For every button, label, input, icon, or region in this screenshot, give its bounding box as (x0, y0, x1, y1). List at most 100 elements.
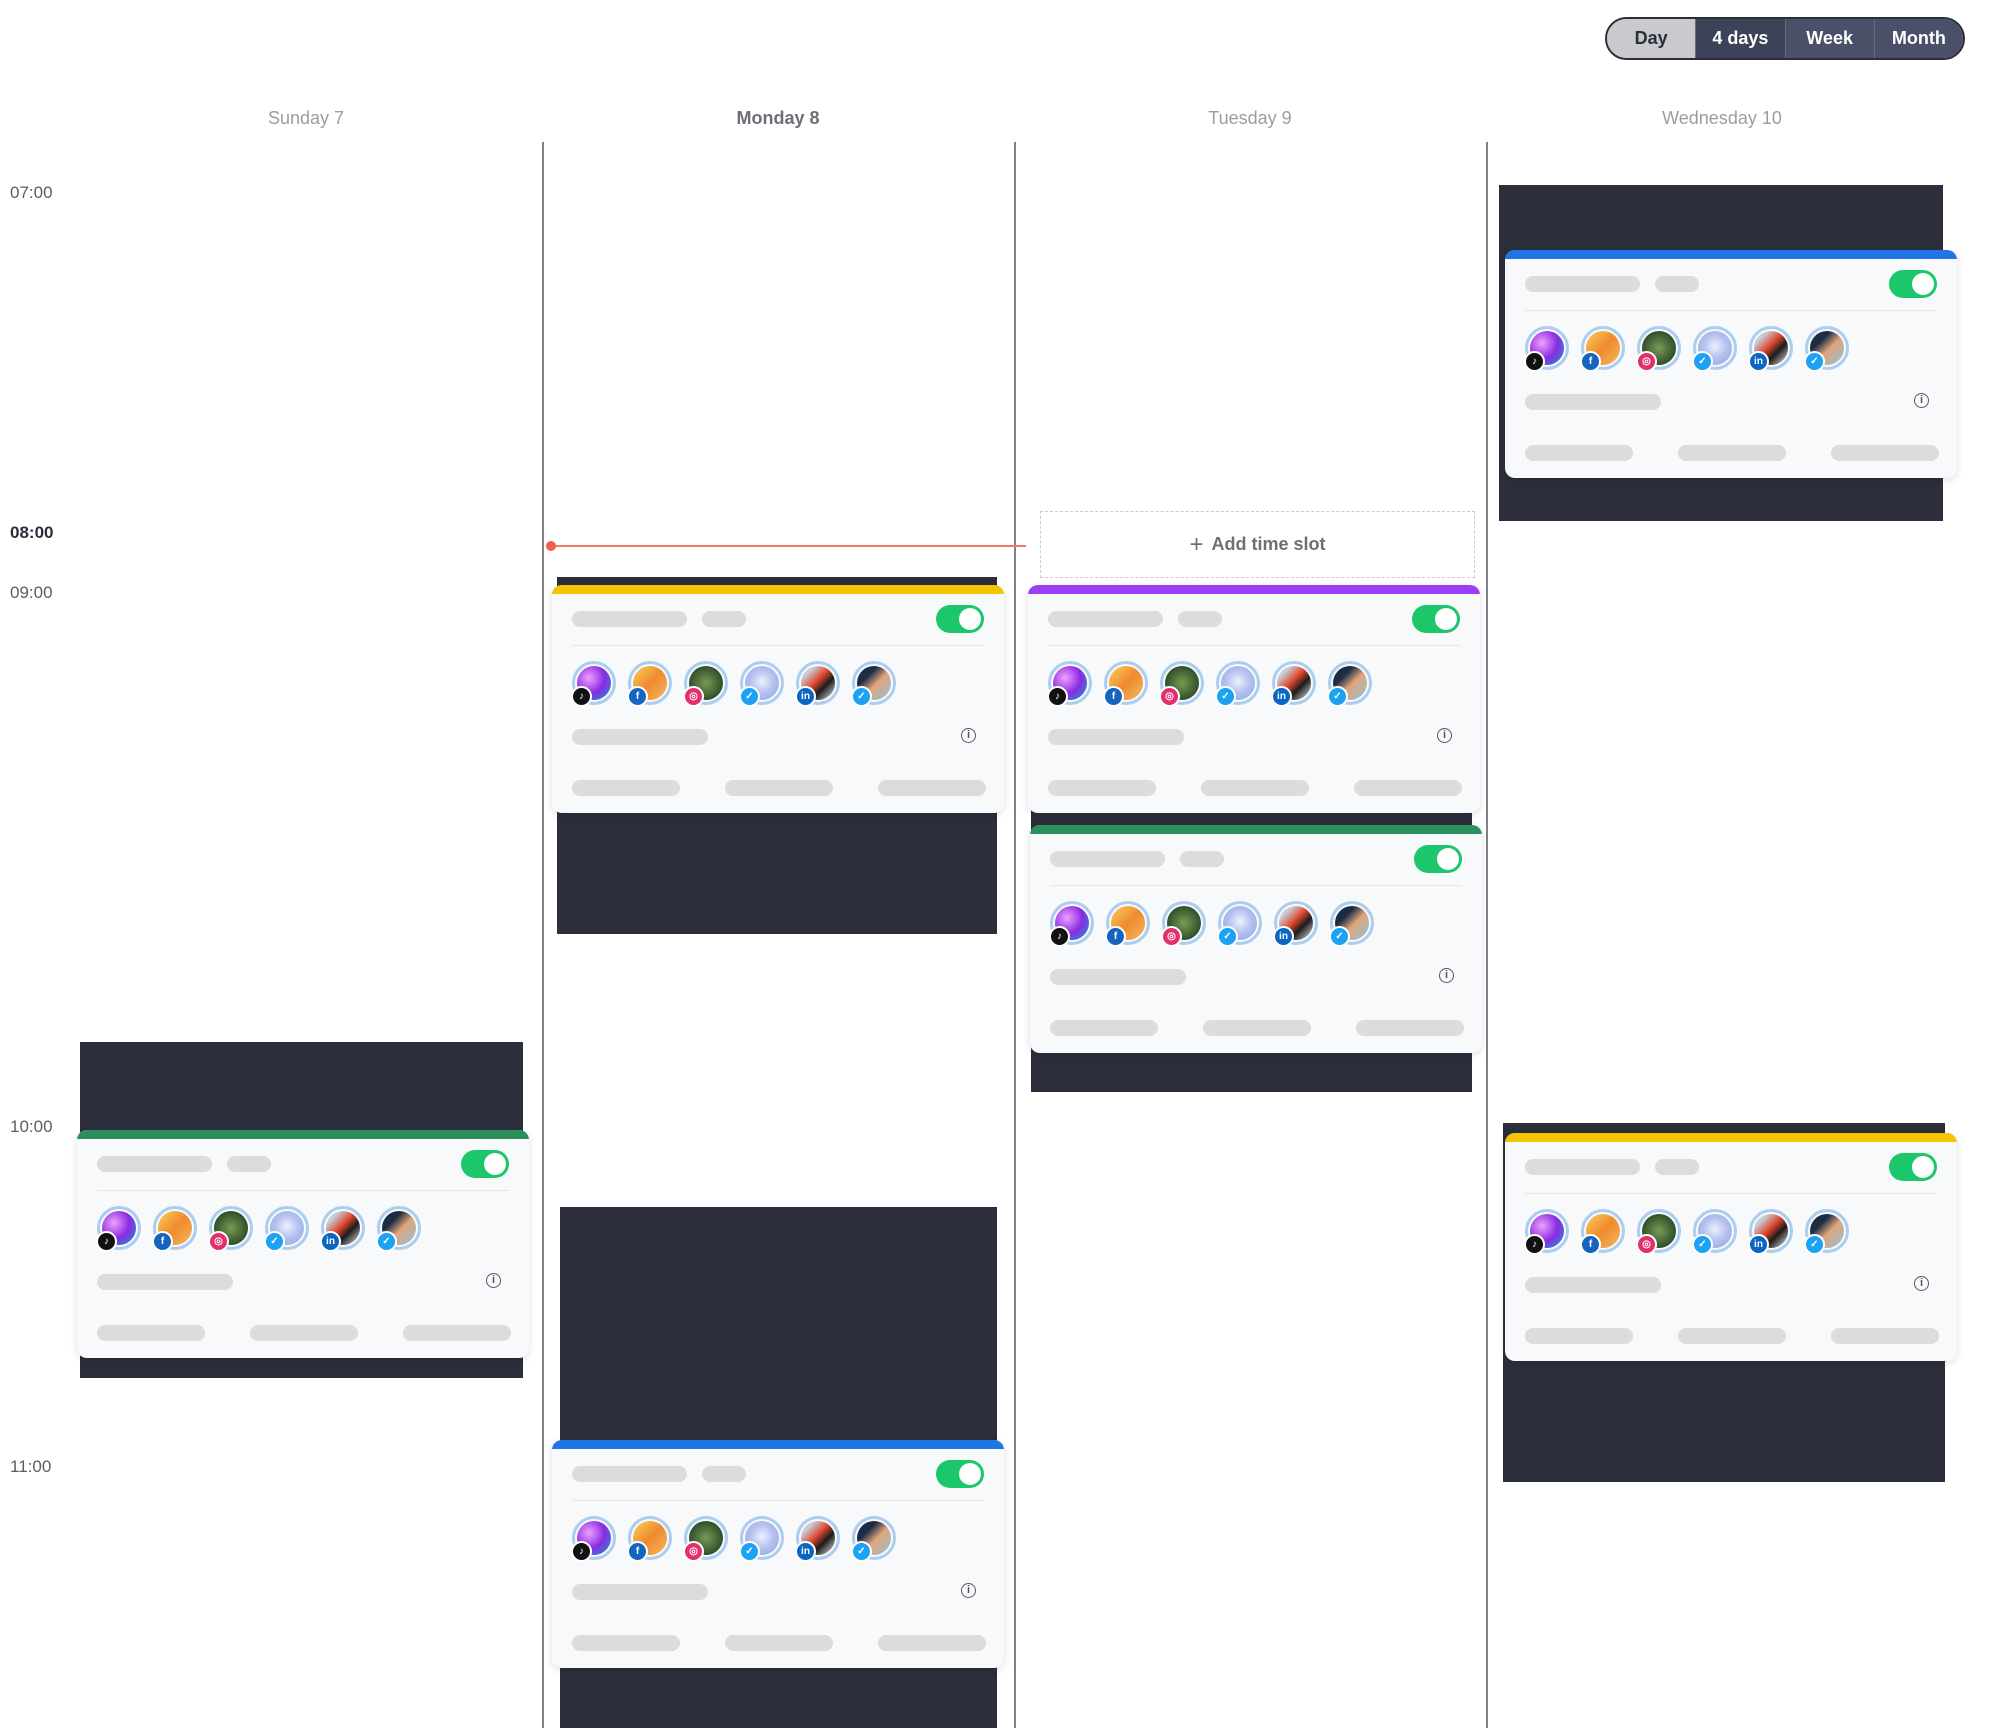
account-avatar[interactable]: ✓ (1692, 1209, 1737, 1255)
account-avatar[interactable]: ♪ (1524, 1209, 1569, 1255)
account-avatar[interactable]: ◎ (1636, 326, 1681, 372)
card-toggle[interactable] (461, 1150, 509, 1178)
add-time-slot-button[interactable]: + Add time slot (1040, 511, 1475, 578)
skeleton-footer (725, 780, 833, 796)
tiktok-icon: ♪ (1524, 1234, 1545, 1255)
account-avatar[interactable]: ◎ (208, 1206, 253, 1252)
account-avatar[interactable]: in (1748, 326, 1793, 372)
card-divider (572, 645, 984, 646)
account-avatar[interactable]: f (1580, 1209, 1625, 1255)
account-avatar[interactable]: ♪ (96, 1206, 141, 1252)
info-icon[interactable]: i (1439, 968, 1454, 983)
card-divider (1048, 645, 1460, 646)
account-avatar[interactable]: ◎ (1636, 1209, 1681, 1255)
schedule-card[interactable]: ♪ f ◎ ✓ in ✓ i (552, 585, 1004, 813)
account-avatar[interactable]: ✓ (1804, 1209, 1849, 1255)
card-toggle[interactable] (1412, 605, 1460, 633)
card-toggle[interactable] (936, 1460, 984, 1488)
account-avatar[interactable]: ◎ (1161, 901, 1206, 947)
time-label: 11:00 (10, 1457, 52, 1476)
view-4days-button[interactable]: 4 days (1696, 19, 1786, 58)
linkedin-icon: in (795, 1541, 816, 1562)
tiktok-icon: ♪ (571, 1541, 592, 1562)
card-accent-bar (1028, 585, 1480, 594)
skeleton-footer (403, 1325, 511, 1341)
card-toggle[interactable] (1889, 270, 1937, 298)
info-icon[interactable]: i (486, 1273, 501, 1288)
twitter-icon: ✓ (1692, 351, 1713, 372)
skeleton-footer (572, 780, 680, 796)
card-divider (572, 1500, 984, 1501)
view-day-button[interactable]: Day (1607, 19, 1697, 58)
account-avatar[interactable]: in (795, 1516, 840, 1562)
account-avatar[interactable]: ✓ (739, 661, 784, 707)
account-avatar[interactable]: f (627, 1516, 672, 1562)
account-avatar[interactable]: ✓ (1804, 326, 1849, 372)
account-avatar[interactable]: in (795, 661, 840, 707)
card-toggle[interactable] (936, 605, 984, 633)
account-avatar[interactable]: ◎ (683, 1516, 728, 1562)
instagram-icon: ◎ (208, 1231, 229, 1252)
info-icon[interactable]: i (1914, 1276, 1929, 1291)
account-avatar[interactable]: in (320, 1206, 365, 1252)
toggle-knob (959, 1463, 981, 1485)
instagram-icon: ◎ (683, 686, 704, 707)
account-avatar[interactable]: ✓ (264, 1206, 309, 1252)
info-icon[interactable]: i (961, 728, 976, 743)
current-time-dot (546, 541, 556, 551)
account-avatar[interactable]: f (1105, 901, 1150, 947)
account-avatar[interactable]: in (1273, 901, 1318, 947)
account-avatar[interactable]: ♪ (1047, 661, 1092, 707)
account-avatar[interactable]: f (627, 661, 672, 707)
account-avatar[interactable]: ✓ (739, 1516, 784, 1562)
schedule-card[interactable]: ♪ f ◎ ✓ in ✓ i (552, 1440, 1004, 1668)
account-avatar[interactable]: ✓ (376, 1206, 421, 1252)
time-label-current: 08:00 (10, 523, 54, 542)
info-icon[interactable]: i (1914, 393, 1929, 408)
instagram-icon: ◎ (1636, 1234, 1657, 1255)
account-avatar[interactable]: ♪ (1524, 326, 1569, 372)
account-avatar[interactable]: f (1103, 661, 1148, 707)
account-avatar[interactable]: ◎ (1159, 661, 1204, 707)
skeleton-footer (1678, 445, 1786, 461)
instagram-icon: ◎ (1161, 926, 1182, 947)
account-avatar[interactable]: ♪ (571, 1516, 616, 1562)
linkedin-icon: in (1748, 1234, 1769, 1255)
tiktok-icon: ♪ (571, 686, 592, 707)
view-month-button[interactable]: Month (1874, 19, 1963, 58)
schedule-card[interactable]: ♪ f ◎ ✓ in ✓ i (1030, 825, 1482, 1053)
account-avatar[interactable]: ✓ (851, 1516, 896, 1562)
account-avatar[interactable]: ◎ (683, 661, 728, 707)
account-avatar[interactable]: ✓ (1327, 661, 1372, 707)
info-icon[interactable]: i (961, 1583, 976, 1598)
toggle-knob (1912, 1156, 1934, 1178)
account-avatar[interactable]: ♪ (1049, 901, 1094, 947)
account-avatar[interactable]: f (152, 1206, 197, 1252)
card-toggle[interactable] (1889, 1153, 1937, 1181)
account-avatar[interactable]: ✓ (1692, 326, 1737, 372)
card-divider (1525, 310, 1937, 311)
schedule-card[interactable]: ♪ f ◎ ✓ in ✓ i (77, 1130, 529, 1358)
skeleton-footer (1203, 1020, 1311, 1036)
account-avatar[interactable]: in (1748, 1209, 1793, 1255)
account-avatar[interactable]: in (1271, 661, 1316, 707)
info-icon[interactable]: i (1437, 728, 1452, 743)
facebook-icon: f (1105, 926, 1126, 947)
skeleton-footer (1678, 1328, 1786, 1344)
account-avatar[interactable]: ✓ (1215, 661, 1260, 707)
schedule-card[interactable]: ♪ f ◎ ✓ in ✓ i (1028, 585, 1480, 813)
toggle-knob (484, 1153, 506, 1175)
tiktok-icon: ♪ (96, 1231, 117, 1252)
account-avatar[interactable]: f (1580, 326, 1625, 372)
skeleton-footer (1525, 445, 1633, 461)
schedule-card[interactable]: ♪ f ◎ ✓ in ✓ i (1505, 250, 1957, 478)
account-avatar[interactable]: ✓ (1329, 901, 1374, 947)
view-week-button[interactable]: Week (1785, 19, 1875, 58)
account-avatar[interactable]: ✓ (851, 661, 896, 707)
account-avatar[interactable]: ♪ (571, 661, 616, 707)
column-divider (542, 142, 544, 1728)
account-avatar[interactable]: ✓ (1217, 901, 1262, 947)
card-toggle[interactable] (1414, 845, 1462, 873)
instagram-icon: ◎ (1636, 351, 1657, 372)
schedule-card[interactable]: ♪ f ◎ ✓ in ✓ i (1505, 1133, 1957, 1361)
